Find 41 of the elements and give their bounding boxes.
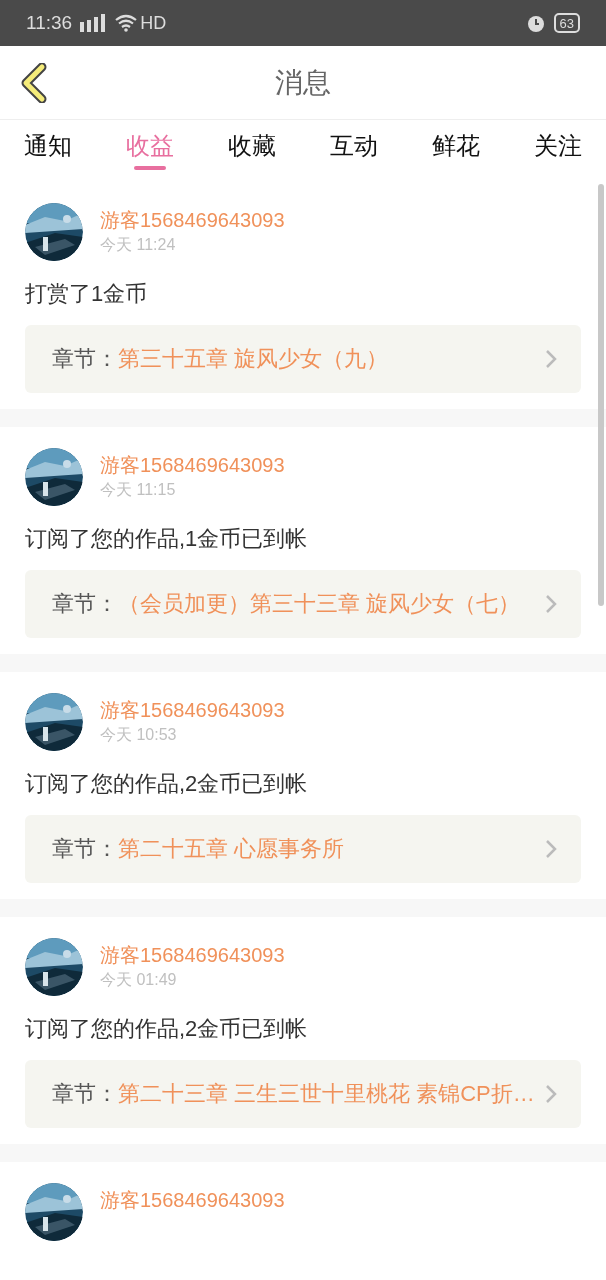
chapter-title: 第三十五章 旋风少女（九） [118, 346, 389, 371]
tab[interactable]: 关注 [534, 130, 582, 170]
network-label: HD [140, 11, 167, 35]
user-name: 游客1568469643093 [100, 698, 285, 723]
chapter-card[interactable]: 章节：第三十五章 旋风少女（九） [25, 325, 581, 393]
tab[interactable]: 收藏 [228, 130, 276, 170]
message-time: 今天 11:24 [100, 235, 177, 255]
chapter-label: 章节： [52, 591, 118, 616]
message-time: 今天 10:53 [100, 725, 178, 745]
chapter-label: 章节： [52, 346, 118, 371]
clock: 11:36 [26, 10, 73, 35]
chapter-label: 章节： [52, 1081, 118, 1106]
user-name: 游客1568469643093 [100, 208, 285, 233]
chapter-title: 第二十五章 心愿事务所 [118, 836, 345, 861]
tab[interactable]: 鲜花 [432, 130, 480, 170]
chevron-right-icon [545, 1084, 557, 1104]
user-name: 游客1568469643093 [100, 1188, 285, 1213]
chevron-right-icon [545, 594, 557, 614]
chapter-title: 第二十三章 三生三世十里桃花 素锦CP折… [118, 1081, 535, 1106]
battery-indicator: 63 [553, 13, 580, 33]
message-time: 今天 01:49 [100, 970, 178, 990]
chevron-right-icon [545, 349, 557, 369]
chapter-card[interactable]: 章节：第二十五章 心愿事务所 [25, 815, 581, 883]
alarm-icon [525, 13, 546, 33]
wifi-icon [114, 14, 139, 32]
tab[interactable]: 互动 [330, 130, 378, 170]
chapter-label: 章节： [52, 836, 118, 861]
message-time: 今天 11:15 [100, 480, 177, 500]
chevron-right-icon [545, 839, 557, 859]
chapter-title: （会员加更）第三十三章 旋风少女（七） [118, 591, 521, 616]
signal-icon [80, 14, 107, 32]
message-text: 打赏了1金币 [25, 280, 149, 308]
message-text: 订阅了您的作品,2金币已到帐 [25, 1015, 309, 1043]
message-text: 订阅了您的作品,1金币已到帐 [25, 525, 309, 553]
tab[interactable]: 通知 [24, 130, 72, 170]
chapter-card[interactable]: 章节：第二十三章 三生三世十里桃花 素锦CP折… [25, 1060, 581, 1128]
message-text: 订阅了您的作品,2金币已到帐 [25, 770, 309, 798]
page-title: 消息 [275, 65, 331, 100]
user-name: 游客1568469643093 [100, 453, 285, 478]
user-name: 游客1568469643093 [100, 943, 285, 968]
chapter-card[interactable]: 章节：（会员加更）第三十三章 旋风少女（七） [25, 570, 581, 638]
